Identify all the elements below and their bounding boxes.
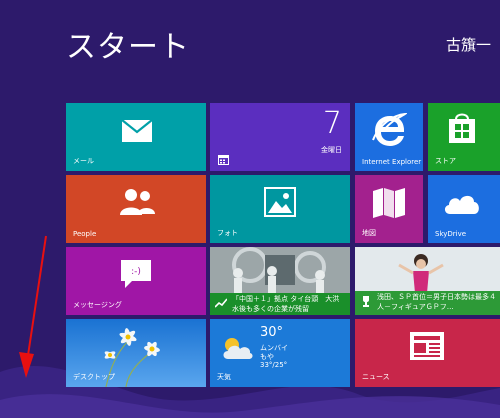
annotation-arrow: [19, 235, 47, 378]
